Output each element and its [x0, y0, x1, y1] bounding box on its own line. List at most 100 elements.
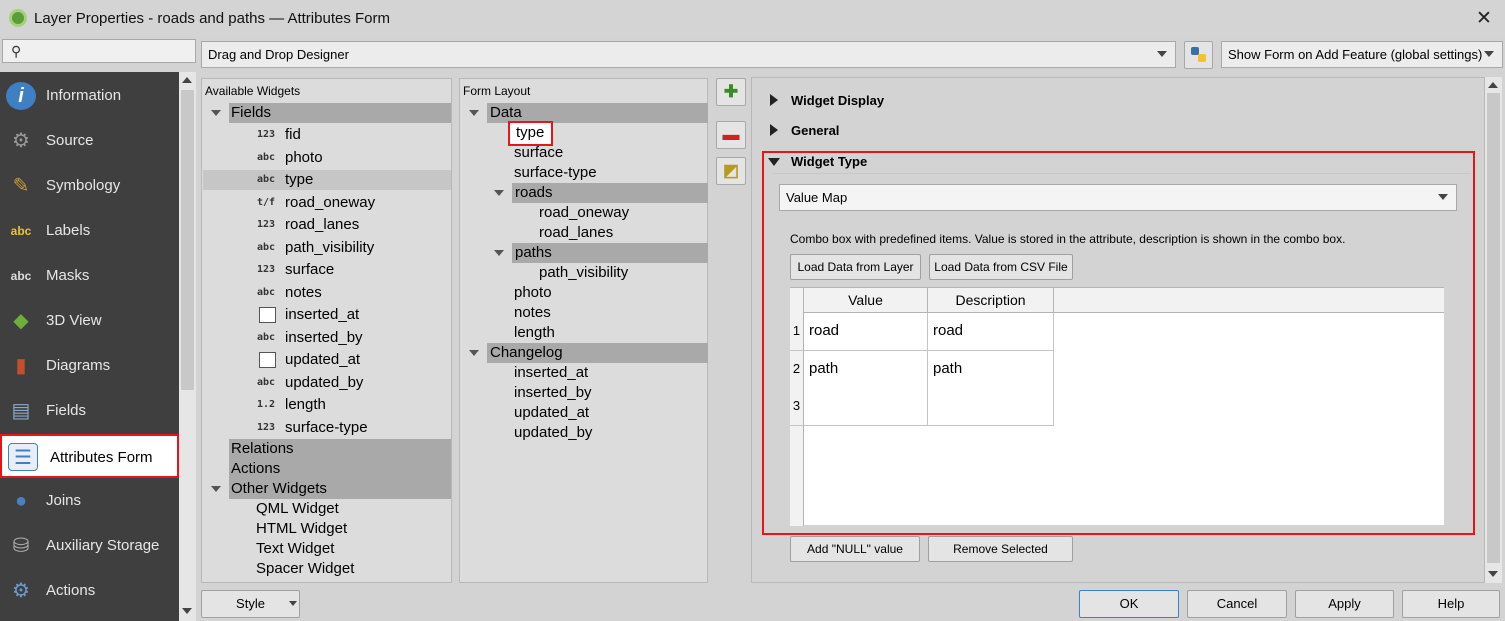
sidebar-item-auxiliary-storage[interactable]: ⛁ Auxiliary Storage — [0, 525, 179, 567]
add-null-button[interactable]: Add "NULL" value — [790, 536, 920, 562]
cancel-button[interactable]: Cancel — [1187, 590, 1287, 618]
other-widget-item[interactable]: QML Widget — [256, 499, 446, 519]
value-cell[interactable] — [804, 388, 928, 426]
layout-field-label: road_lanes — [539, 224, 614, 241]
widget-display-section[interactable]: Widget Display — [791, 93, 884, 108]
apply-button[interactable]: Apply — [1295, 590, 1394, 618]
edit-button[interactable]: ◩ — [716, 157, 746, 185]
layout-field-item[interactable]: inserted_by — [514, 383, 700, 403]
expand-icon[interactable] — [770, 94, 778, 106]
column-header-description[interactable]: Description — [928, 288, 1054, 313]
sidebar-item-masks[interactable]: abc Masks — [0, 255, 179, 297]
expand-icon[interactable] — [770, 124, 778, 136]
style-menu-button[interactable]: Style — [201, 590, 300, 618]
tree-group[interactable]: Relations — [229, 439, 451, 459]
tree-group[interactable]: Other Widgets — [229, 479, 451, 499]
other-widget-item[interactable]: Text Widget — [256, 539, 446, 559]
field-item[interactable]: 123 surface-type — [203, 418, 451, 438]
description-cell[interactable]: path — [928, 350, 1054, 389]
field-item[interactable]: abc updated_by — [203, 373, 451, 393]
row-number[interactable]: 2 — [790, 350, 804, 389]
description-cell[interactable]: road — [928, 313, 1054, 351]
layout-field-item[interactable]: updated_at — [514, 403, 700, 423]
expand-arrow-icon[interactable] — [211, 486, 221, 492]
sidebar-item-joins[interactable]: ● Joins — [0, 480, 179, 522]
layout-field-item[interactable]: path_visibility — [539, 263, 700, 283]
field-item[interactable]: abc inserted_by — [203, 328, 451, 348]
remove-selected-button[interactable]: Remove Selected — [928, 536, 1073, 562]
config-scrollbar[interactable] — [1485, 77, 1502, 583]
expand-arrow-icon[interactable] — [494, 190, 504, 196]
other-widget-item[interactable]: HTML Widget — [256, 519, 446, 539]
close-icon[interactable]: ✕ — [1474, 7, 1494, 30]
labels-icon: abc — [10, 224, 32, 238]
layout-container[interactable]: roads — [512, 183, 708, 203]
collapse-icon[interactable] — [768, 158, 780, 166]
expand-arrow-icon[interactable] — [494, 250, 504, 256]
show-form-select[interactable]: Show Form on Add Feature (global setting… — [1221, 41, 1503, 68]
designer-mode-select[interactable]: Drag and Drop Designer — [201, 41, 1176, 68]
ok-button[interactable]: OK — [1079, 590, 1179, 618]
layout-field-item[interactable]: updated_by — [514, 423, 700, 443]
layout-field-item[interactable]: surface-type — [514, 163, 700, 183]
sidebar-item-source[interactable]: ⚙ Source — [0, 120, 179, 162]
tree-group-label: Other Widgets — [231, 480, 327, 497]
layout-container[interactable]: Data — [487, 103, 708, 123]
other-widget-item[interactable]: Spacer Widget — [256, 559, 446, 579]
sidebar-item-diagrams[interactable]: ▮ Diagrams — [0, 345, 179, 387]
tree-group[interactable]: Fields — [229, 103, 451, 123]
sidebar-item-label: Attributes Form — [50, 449, 153, 466]
sidebar-item-symbology[interactable]: ✎ Symbology — [0, 165, 179, 207]
layout-field-item[interactable]: surface — [514, 143, 700, 163]
search-input[interactable]: ⚲ — [2, 39, 196, 63]
widget-type-select[interactable]: Value Map — [779, 184, 1457, 211]
value-cell[interactable]: path — [804, 350, 928, 389]
layout-field-item[interactable]: photo — [514, 283, 700, 303]
sidebar-scrollbar[interactable] — [179, 72, 196, 621]
add-container-button[interactable]: ✚ — [716, 78, 746, 106]
tree-group[interactable]: Actions — [229, 459, 451, 479]
widget-type-title[interactable]: Widget Type — [791, 154, 867, 169]
layout-field-item[interactable]: road_oneway — [539, 203, 700, 223]
sidebar-item-fields[interactable]: ▤ Fields — [0, 390, 179, 432]
field-item[interactable]: 1.2 length — [203, 395, 451, 415]
value-cell[interactable]: road — [804, 313, 928, 351]
field-item[interactable]: abc notes — [203, 283, 451, 303]
sidebar-item-labels[interactable]: abc Labels — [0, 210, 179, 252]
field-item[interactable]: 123 fid — [203, 125, 451, 145]
field-item[interactable]: 123 road_lanes — [203, 215, 451, 235]
sidebar-item-attributes-form[interactable]: ☰ Attributes Form — [0, 434, 179, 478]
field-item[interactable]: t/f road_oneway — [203, 193, 451, 213]
brush-icon: ✎ — [12, 175, 30, 197]
column-header-value[interactable]: Value — [804, 288, 928, 313]
fields-icon: ▤ — [11, 400, 31, 422]
field-item[interactable]: 123 surface — [203, 260, 451, 280]
layout-field-item[interactable]: notes — [514, 303, 700, 323]
layout-container[interactable]: Changelog — [487, 343, 708, 363]
field-item[interactable]: updated_at — [203, 350, 451, 370]
layout-field-item[interactable]: length — [514, 323, 700, 343]
layout-container[interactable]: paths — [512, 243, 708, 263]
row-number[interactable]: 1 — [790, 313, 804, 351]
layout-field-item[interactable]: inserted_at — [514, 363, 700, 383]
field-item[interactable]: abc path_visibility — [203, 238, 451, 258]
field-item[interactable]: abc type — [203, 170, 451, 190]
sidebar-item-information[interactable]: i Information — [0, 75, 179, 117]
python-button[interactable] — [1184, 41, 1213, 69]
expand-arrow-icon[interactable] — [469, 110, 479, 116]
expand-arrow-icon[interactable] — [211, 110, 221, 116]
field-item[interactable]: inserted_at — [203, 305, 451, 325]
help-button[interactable]: Help — [1402, 590, 1500, 618]
expand-arrow-icon[interactable] — [469, 350, 479, 356]
load-from-csv-button[interactable]: Load Data from CSV File — [929, 254, 1073, 280]
row-number[interactable]: 3 — [790, 388, 804, 426]
description-cell[interactable] — [928, 388, 1054, 426]
sidebar-item-actions[interactable]: ⚙ Actions — [0, 570, 179, 612]
layout-field-item[interactable]: road_lanes — [539, 223, 700, 243]
general-section[interactable]: General — [791, 123, 839, 138]
field-item[interactable]: abc photo — [203, 148, 451, 168]
load-from-layer-button[interactable]: Load Data from Layer — [790, 254, 921, 280]
sidebar-item-3d-view[interactable]: ◆ 3D View — [0, 300, 179, 342]
layout-container-label: roads — [515, 184, 553, 201]
remove-button[interactable]: ▬ — [716, 121, 746, 149]
